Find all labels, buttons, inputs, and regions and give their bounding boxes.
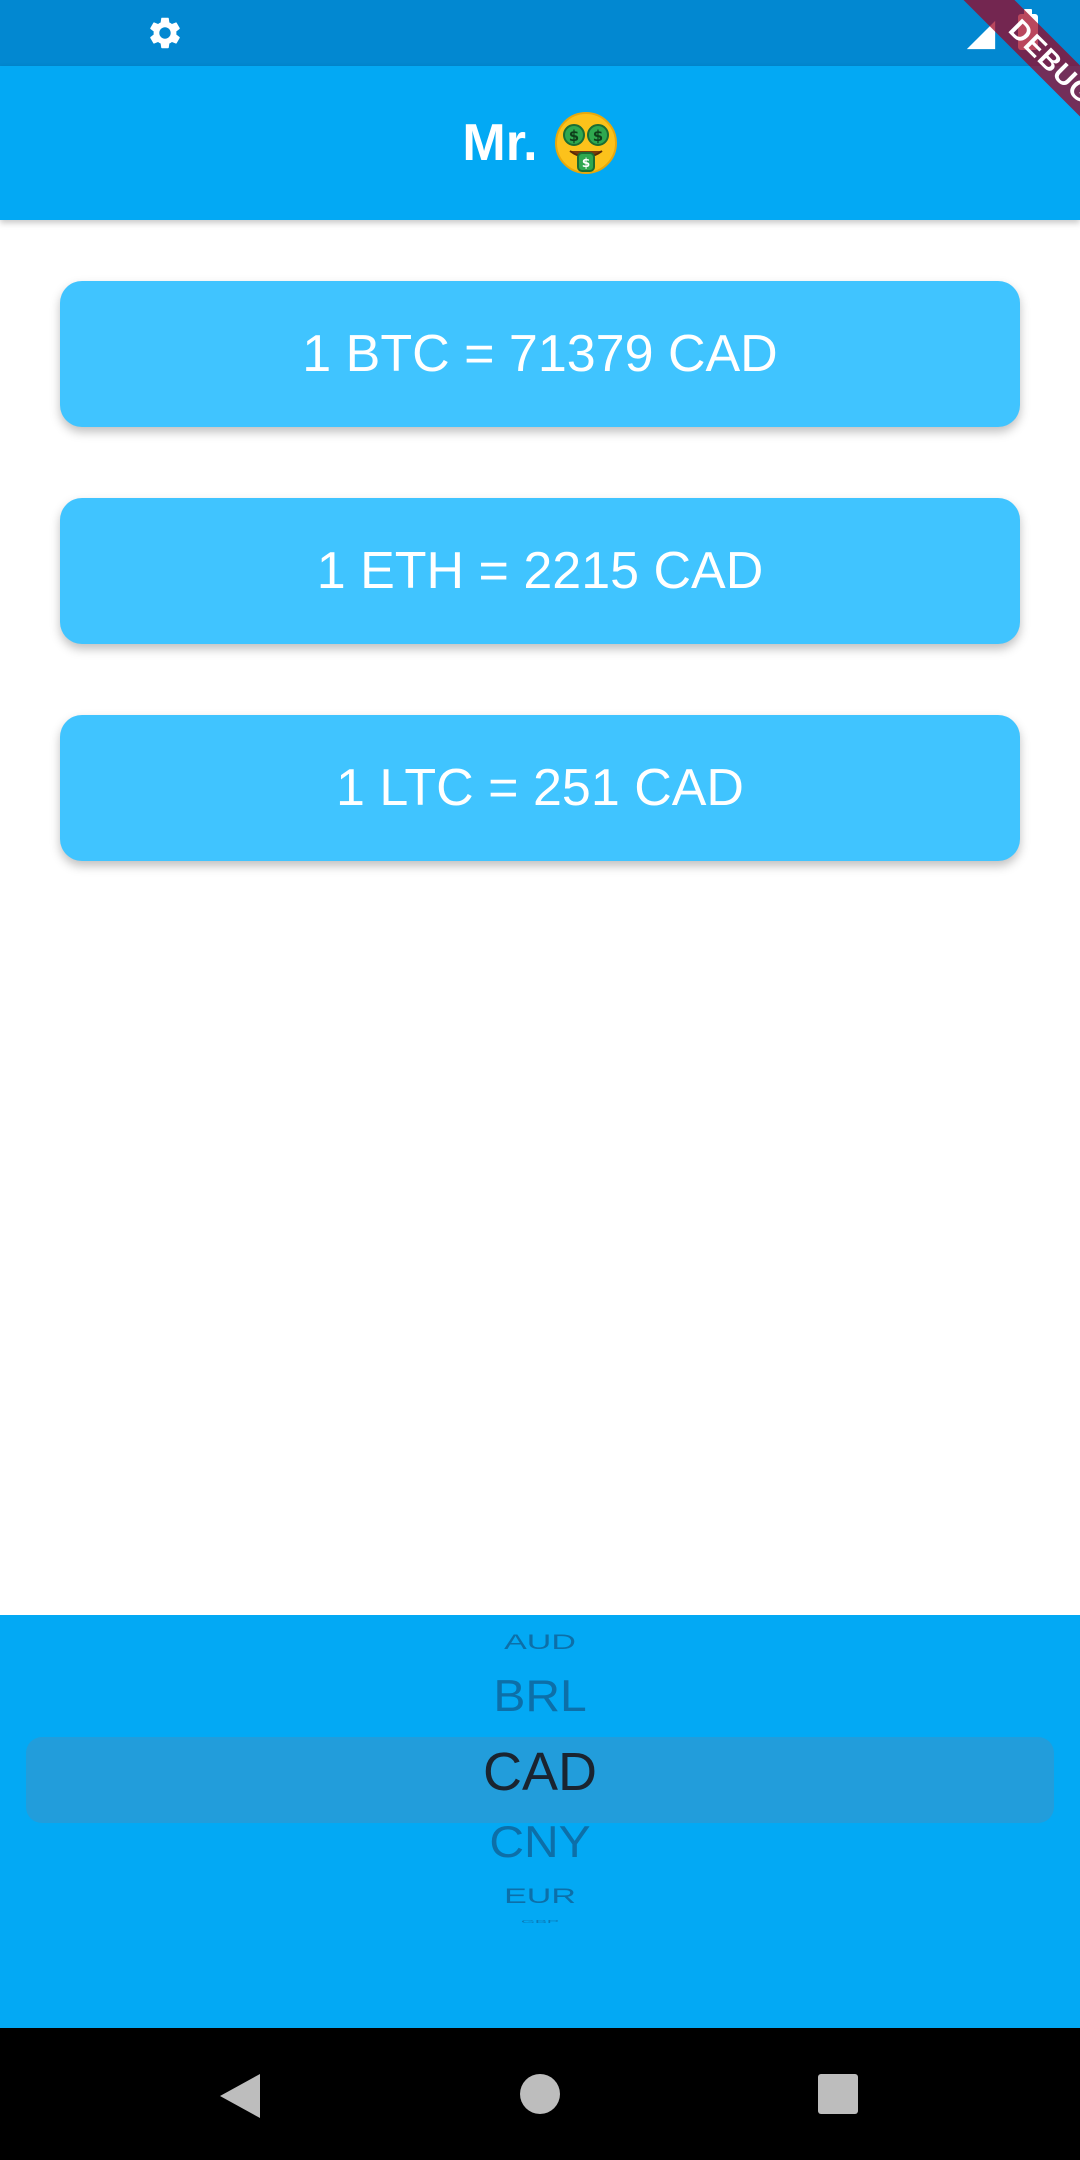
debug-banner: DEBUG <box>920 0 1080 160</box>
home-circle-icon[interactable] <box>520 2074 560 2114</box>
picker-item-cny[interactable]: CNY <box>0 1817 1080 1868</box>
currency-picker[interactable]: AUD BRL CAD CNY EUR GBP <box>0 1615 1080 2028</box>
rate-label: 1 ETH = 2215 CAD <box>316 542 764 600</box>
rate-label: 1 LTC = 251 CAD <box>335 759 744 817</box>
picker-item-gbp[interactable]: GBP <box>0 1919 1080 1924</box>
picker-item-aud[interactable]: AUD <box>0 1630 1080 1654</box>
svg-text:$: $ <box>581 156 589 170</box>
status-bar <box>0 0 1080 66</box>
app-title-text: Mr. <box>462 114 538 172</box>
picker-item-cad-selected[interactable]: CAD <box>0 1741 1080 1803</box>
recents-square-icon[interactable] <box>818 2074 858 2114</box>
picker-item-eur[interactable]: EUR <box>0 1884 1080 1908</box>
page-title: Mr. $ $ $ <box>0 66 1080 220</box>
rate-card-ltc: 1 LTC = 251 CAD <box>60 715 1020 861</box>
system-nav-bar <box>0 2028 1080 2160</box>
rate-card-eth: 1 ETH = 2215 CAD <box>60 498 1020 644</box>
svg-text:$: $ <box>568 127 578 145</box>
money-mouth-face-icon: $ $ $ <box>554 112 617 174</box>
app-screen: DEBUG Mr. $ $ $ 1 BTC = 71379 CAD 1 ETH … <box>0 0 1080 2160</box>
gear-icon <box>150 17 180 49</box>
svg-text:$: $ <box>592 127 602 145</box>
debug-banner-label: DEBUG <box>956 0 1080 157</box>
app-bar: Mr. $ $ $ <box>0 66 1080 220</box>
picker-item-brl[interactable]: BRL <box>0 1671 1080 1722</box>
back-triangle-icon[interactable] <box>218 2072 262 2120</box>
rate-label: 1 BTC = 71379 CAD <box>302 325 778 383</box>
rate-card-btc: 1 BTC = 71379 CAD <box>60 281 1020 427</box>
